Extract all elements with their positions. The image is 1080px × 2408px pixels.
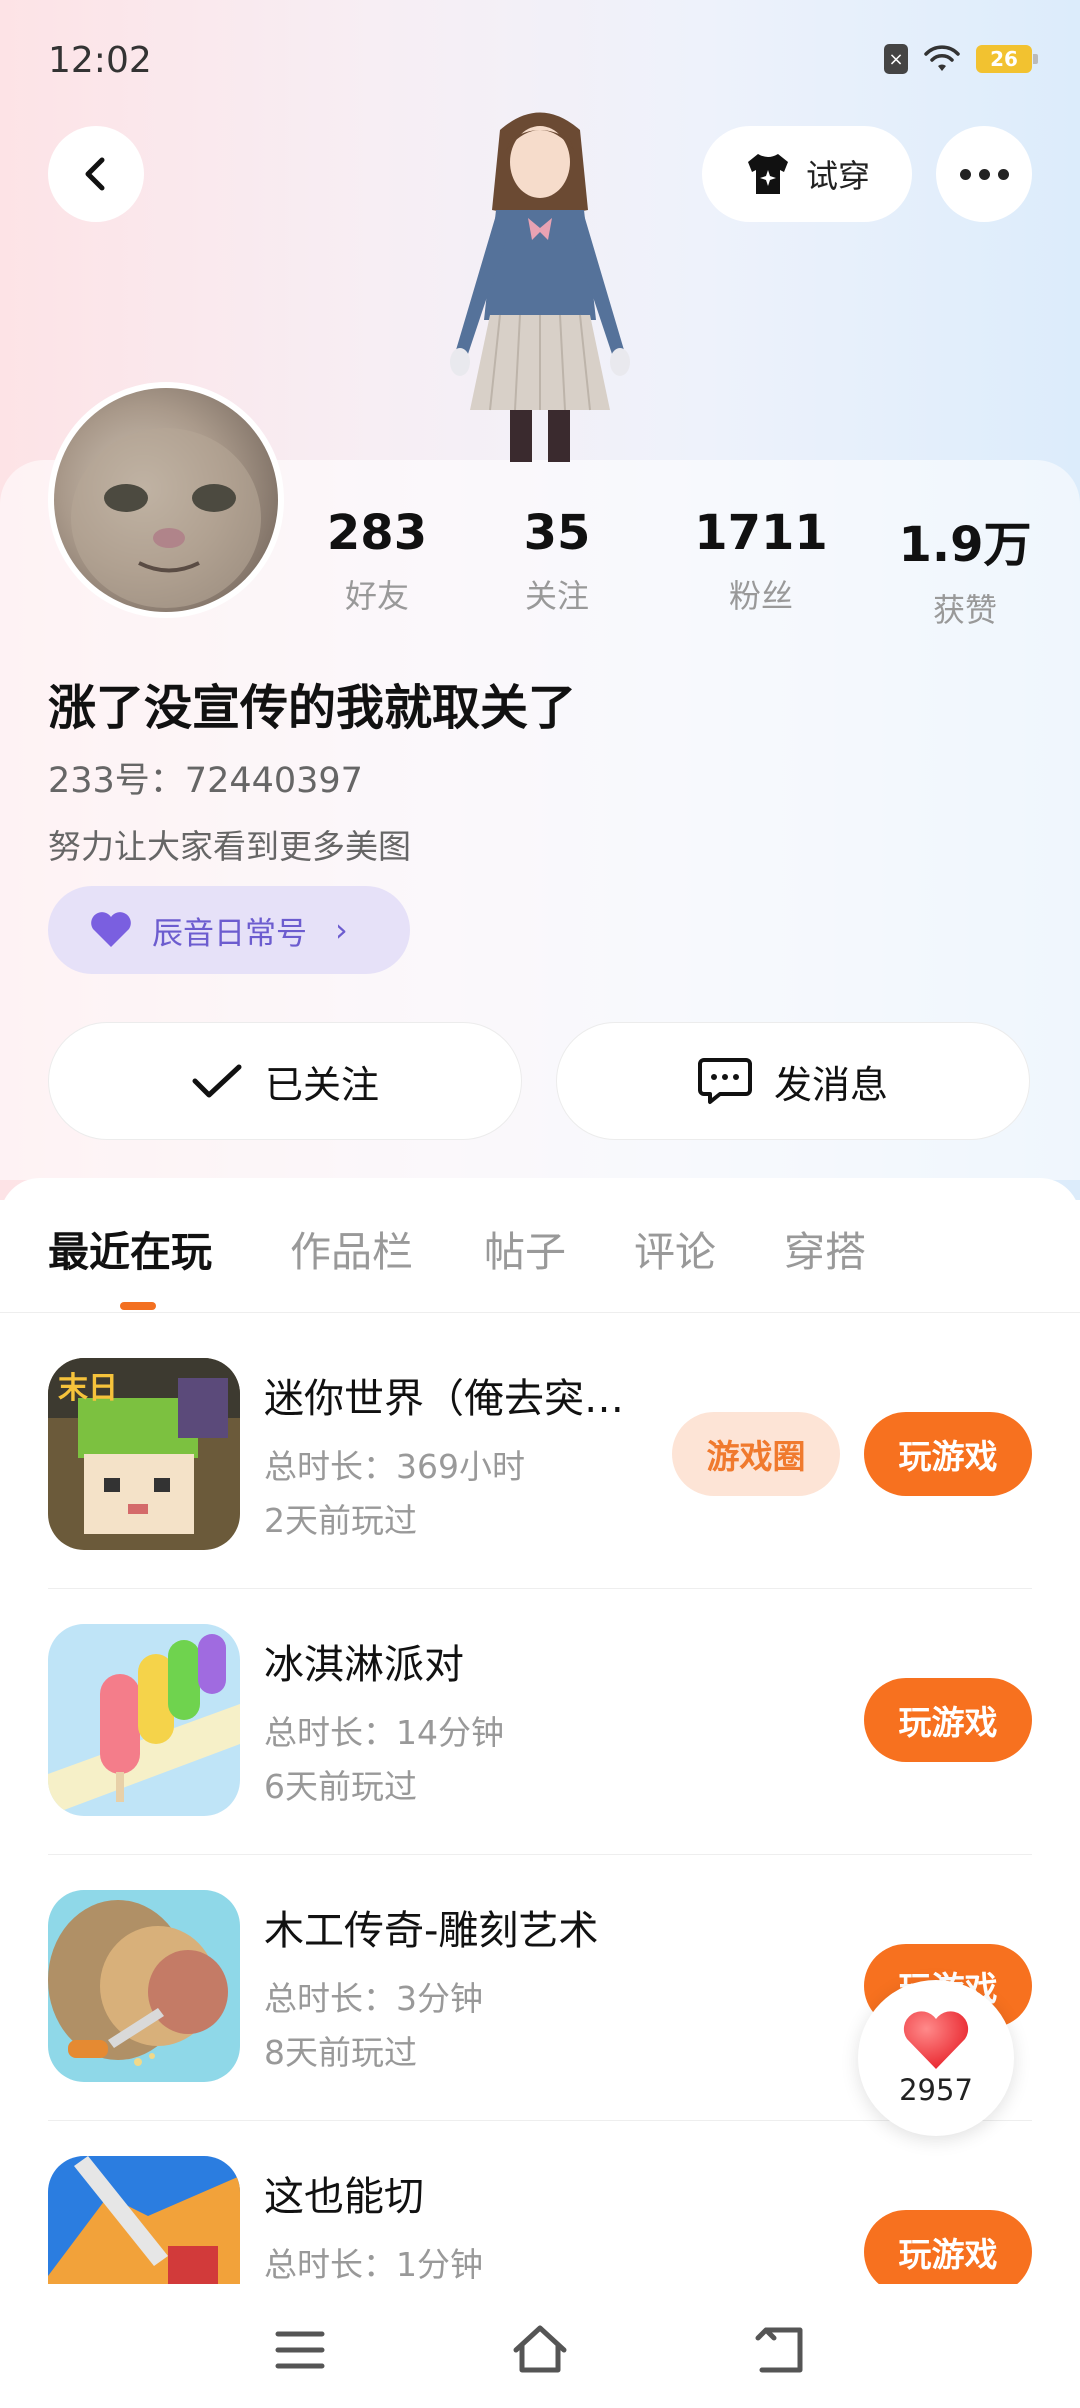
game-duration: 总时长：1分钟	[264, 2245, 483, 2284]
stat-likes[interactable]: 1.9万 获赞	[880, 505, 1050, 631]
game-row[interactable]: 末日 迷你世界（俺去突… 总时长：369小时 2天前玩过 游戏圈 玩游戏	[48, 1358, 1032, 1554]
game-row[interactable]: 冰淇淋派对 总时长：14分钟 6天前玩过 玩游戏	[48, 1624, 1032, 1820]
heart-icon	[91, 912, 131, 947]
game-icon	[48, 1890, 240, 2082]
game-title: 迷你世界（俺去突…	[264, 1376, 624, 1422]
game-duration: 总时长：369小时	[264, 1447, 525, 1486]
circle-tag-label: 辰音日常号	[152, 915, 307, 952]
try-on-label: 试穿	[805, 157, 870, 195]
stat-label: 好友	[344, 577, 409, 615]
stat-following[interactable]: 35 关注	[472, 505, 642, 617]
game-icon	[48, 2156, 240, 2284]
more-options-button[interactable]	[936, 126, 1032, 222]
status-icons: × 26	[884, 44, 1038, 74]
like-count: 2957	[899, 2073, 973, 2107]
stat-fans[interactable]: 1711 粉丝	[676, 505, 846, 617]
stat-value: 35	[523, 505, 591, 561]
game-title: 木工传奇-雕刻艺术	[264, 1908, 599, 1954]
more-dots-icon	[959, 168, 971, 180]
menu-icon[interactable]	[270, 2320, 330, 2380]
row-divider	[48, 2120, 1032, 2121]
stat-label: 粉丝	[728, 577, 793, 615]
avatar-character	[410, 100, 670, 462]
game-last-played: 6天前玩过	[264, 1767, 417, 1806]
tab-outfits[interactable]: 穿搭	[784, 1218, 866, 1278]
chevron-left-icon	[85, 157, 105, 191]
stat-value: 283	[326, 505, 428, 561]
row-divider	[48, 1854, 1032, 1855]
game-title: 这也能切	[264, 2174, 424, 2220]
game-duration: 总时长：3分钟	[264, 1979, 483, 2018]
game-circle-button[interactable]: 游戏圈	[672, 1412, 840, 1496]
system-navigation-bar	[0, 2284, 1080, 2408]
game-icon: 末日	[48, 1358, 240, 1550]
battery-icon: 26	[976, 45, 1038, 73]
stat-label: 关注	[524, 577, 589, 615]
check-icon	[192, 1064, 242, 1098]
wifi-icon	[924, 45, 960, 71]
follow-button[interactable]: 已关注	[48, 1022, 522, 1140]
play-game-button[interactable]: 玩游戏	[864, 1678, 1032, 1762]
tshirt-icon	[747, 154, 788, 194]
circle-tag[interactable]: 辰音日常号 ›	[48, 886, 410, 974]
game-icon	[48, 1624, 240, 1816]
tab-works[interactable]: 作品栏	[290, 1218, 413, 1278]
avatar-image	[54, 388, 278, 612]
like-badge[interactable]: 2957	[858, 1980, 1014, 2136]
chevron-right-icon: ›	[335, 911, 348, 949]
message-label: 发消息	[773, 1062, 888, 1107]
stat-value: 1.9万	[898, 517, 1032, 573]
profile-uid: 233号：72440397	[48, 761, 363, 801]
tab-posts[interactable]: 帖子	[484, 1218, 566, 1278]
status-time: 12:02	[48, 40, 152, 81]
game-duration: 总时长：14分钟	[264, 1713, 504, 1752]
game-last-played: 8天前玩过	[264, 2033, 417, 2072]
try-on-button[interactable]: 试穿	[702, 126, 912, 222]
tab-indicator	[120, 1302, 156, 1310]
heart-icon	[903, 2011, 969, 2069]
game-row[interactable]: 这也能切 总时长：1分钟 玩游戏	[48, 2156, 1032, 2284]
battery-level: 26	[990, 47, 1018, 71]
play-game-button[interactable]: 玩游戏	[864, 1412, 1032, 1496]
home-icon[interactable]	[510, 2320, 570, 2380]
game-title: 冰淇淋派对	[264, 1642, 464, 1688]
tab-divider	[0, 1312, 1080, 1313]
stat-value: 1711	[694, 505, 828, 561]
back-nav-icon[interactable]	[750, 2320, 810, 2380]
message-button[interactable]: 发消息	[556, 1022, 1030, 1140]
tab-comments[interactable]: 评论	[634, 1218, 716, 1278]
stat-label: 获赞	[932, 591, 997, 629]
tab-recently-played[interactable]: 最近在玩	[48, 1218, 212, 1278]
chat-bubble-icon	[697, 1058, 752, 1104]
play-game-button[interactable]: 玩游戏	[864, 2210, 1032, 2284]
back-button[interactable]	[48, 126, 144, 222]
profile-bio: 努力让大家看到更多美图	[48, 827, 411, 866]
profile-name: 涨了没宣传的我就取关了	[48, 680, 577, 736]
stat-friends[interactable]: 283 好友	[292, 505, 462, 617]
row-divider	[48, 1588, 1032, 1589]
profile-avatar[interactable]	[48, 382, 284, 618]
game-last-played: 2天前玩过	[264, 1501, 417, 1540]
no-sim-icon: ×	[884, 44, 908, 74]
svg-text:末日: 末日	[58, 1371, 118, 1406]
follow-label: 已关注	[264, 1062, 379, 1107]
